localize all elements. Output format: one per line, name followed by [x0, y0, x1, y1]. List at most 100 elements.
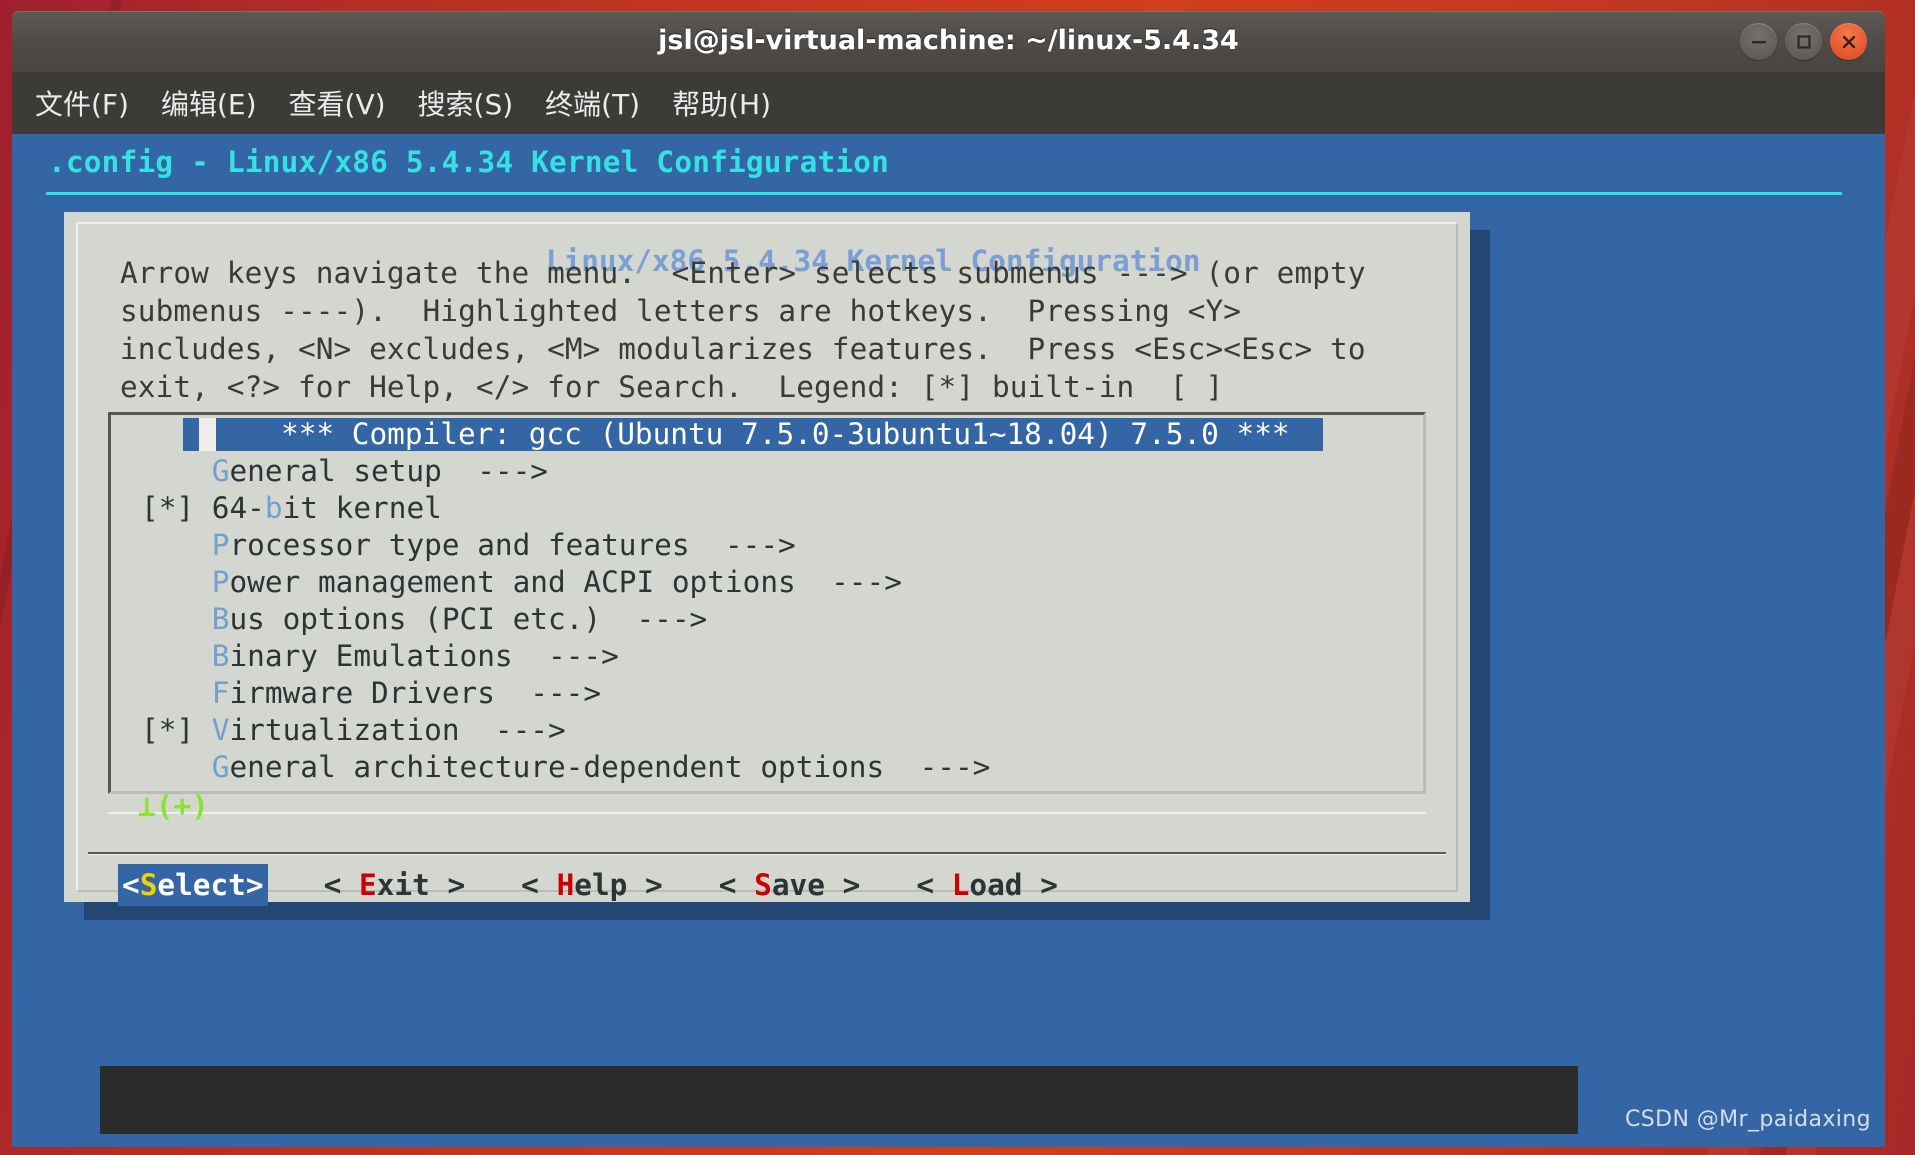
menu-item[interactable]: Firmware Drivers ---> [111, 674, 1423, 711]
help-line: exit, <?> for Help, </> for Search. Lege… [120, 370, 1224, 404]
button-hotkey: E [358, 868, 377, 902]
button-exit[interactable]: < Exit > [324, 864, 466, 906]
menu-item-prefix [141, 565, 212, 599]
menu-item[interactable]: Bus options (PCI etc.) ---> [111, 600, 1423, 637]
desktop: jsl@jsl-virtual-machine: ~/linux-5.4.34 [0, 0, 1915, 1155]
close-icon [1842, 35, 1855, 48]
submenu-arrow: ---> [884, 750, 991, 784]
button-bracket-right: > [1022, 868, 1058, 902]
submenu-arrow: ---> [441, 454, 548, 488]
dialog-buttons: <Select> < Exit > < Help > < Save > < Load > [118, 864, 1114, 906]
terminal-shadow-strip [100, 1066, 1578, 1134]
window-titlebar[interactable]: jsl@jsl-virtual-machine: ~/linux-5.4.34 [12, 11, 1885, 72]
terminal-window: jsl@jsl-virtual-machine: ~/linux-5.4.34 [12, 11, 1885, 1147]
menu-item-hotkey: V [211, 713, 230, 747]
menu-item[interactable]: [*] 64-bit kernel [111, 489, 1423, 526]
menu-item-hotkey: P [211, 528, 230, 562]
menu-item-label: eneral architecture-dependent options [229, 750, 885, 784]
maximize-button[interactable] [1785, 23, 1822, 60]
menu-item-selected[interactable]: *** Compiler: gcc (Ubuntu 7.5.0-3ubuntu1… [111, 415, 1423, 452]
button-bracket-right: > [245, 868, 264, 902]
menu-item-hotkey: P [211, 565, 230, 599]
menu-item-label: it kernel [282, 491, 442, 525]
button-load[interactable]: < Load > [916, 864, 1058, 906]
menu-item-prefix [141, 454, 212, 488]
button-label: elp [574, 868, 628, 902]
menu-item[interactable]: General architecture-dependent options -… [111, 748, 1423, 785]
menuconfig-header: .config - Linux/x86 5.4.34 Kernel Config… [48, 145, 890, 179]
button-bracket-left: < [521, 868, 557, 902]
menu-edit[interactable]: 编辑(E) [156, 81, 262, 125]
button-select[interactable]: <Select> [118, 864, 268, 906]
menu-item[interactable]: General setup ---> [111, 452, 1423, 489]
submenu-arrow: ---> [601, 602, 708, 636]
button-help[interactable]: < Help > [521, 864, 663, 906]
help-line: Arrow keys navigate the menu. <Enter> se… [120, 256, 1366, 290]
menu-item[interactable]: Processor type and features ---> [111, 526, 1423, 563]
menu-item-prefix [141, 676, 212, 710]
menubar: 文件(F) 编辑(E) 查看(V) 搜索(S) 终端(T) 帮助(H) [12, 72, 1885, 134]
button-bracket-left: < [916, 868, 952, 902]
button-label: oad [969, 868, 1023, 902]
menu-item-hotkey: B [211, 639, 230, 673]
menu-item-label: rocessor type and features [229, 528, 690, 562]
menu-item-label: inary Emulations [229, 639, 513, 673]
menu-item-label: irmware Drivers [229, 676, 495, 710]
minimize-icon [1751, 40, 1766, 43]
menu-search[interactable]: 搜索(S) [413, 81, 519, 125]
submenu-arrow: ---> [494, 676, 602, 710]
menu-item-label: eneral setup [229, 454, 442, 488]
menu-view[interactable]: 查看(V) [284, 81, 391, 125]
watermark: CSDN @Mr_paidaxing [1625, 1107, 1871, 1132]
terminal-content: .config - Linux/x86 5.4.34 Kernel Config… [12, 134, 1885, 1147]
button-label: elect [157, 868, 246, 902]
submenu-arrow: ---> [795, 565, 902, 599]
menu-item-label: irtualization [229, 713, 460, 747]
menu-item-prefix: [*] [141, 713, 212, 747]
submenu-arrow: ---> [512, 639, 619, 673]
menu-item-label: us options (PCI etc.) [229, 602, 602, 636]
menu-item-label: *** Compiler: gcc (Ubuntu 7.5.0-3ubuntu1… [281, 417, 1290, 451]
menu-item[interactable]: Binary Emulations ---> [111, 637, 1423, 674]
button-hotkey: S [139, 868, 158, 902]
menu-item-hotkey: b [264, 491, 283, 525]
close-button[interactable] [1830, 23, 1867, 60]
scroll-more-indicator: ⊥(+) [138, 789, 209, 823]
button-hotkey: S [754, 868, 772, 902]
window-title: jsl@jsl-virtual-machine: ~/linux-5.4.34 [658, 25, 1239, 56]
button-bracket-left: < [323, 868, 359, 902]
menu-help[interactable]: 帮助(H) [667, 81, 776, 125]
minimize-button[interactable] [1740, 23, 1777, 60]
button-save[interactable]: < Save > [719, 864, 861, 906]
help-line: submenus ----). Highlighted letters are … [120, 294, 1242, 328]
button-bracket-left: < [122, 868, 140, 902]
menu-file[interactable]: 文件(F) [30, 81, 134, 125]
button-bracket-right: > [429, 868, 466, 902]
window-controls [1740, 23, 1867, 60]
header-rule [46, 192, 1842, 195]
button-label: xit [376, 868, 430, 902]
menu-item-hotkey: G [211, 454, 230, 488]
button-hotkey: H [556, 868, 575, 902]
menu-terminal[interactable]: 终端(T) [540, 81, 645, 125]
menu-item[interactable]: [*] Virtualization ---> [111, 711, 1423, 748]
menu-item-label: 64- [211, 491, 265, 525]
button-bracket-right: > [824, 868, 861, 902]
maximize-icon [1796, 34, 1811, 49]
menu-item-prefix [141, 750, 212, 784]
menu-item[interactable]: Power management and ACPI options ---> [111, 563, 1423, 600]
button-separator-rule [88, 852, 1446, 855]
submenu-arrow: ---> [459, 713, 566, 747]
menu-item-prefix [141, 602, 212, 636]
button-hotkey: L [951, 868, 970, 902]
menuconfig-dialog: Linux/x86 5.4.34 Kernel Configuration Ar… [64, 212, 1470, 906]
menu-item-prefix [141, 639, 212, 673]
listbox-bottom-rule [108, 812, 1426, 814]
menu-item-prefix: [*] [141, 491, 212, 525]
submenu-arrow: ---> [689, 528, 796, 562]
menu-item-hotkey: G [211, 750, 230, 784]
menu-listbox[interactable]: *** Compiler: gcc (Ubuntu 7.5.0-3ubuntu1… [108, 412, 1426, 794]
menu-item-hotkey: F [211, 676, 230, 710]
menu-item-prefix [141, 528, 212, 562]
button-label: ave [771, 868, 825, 902]
